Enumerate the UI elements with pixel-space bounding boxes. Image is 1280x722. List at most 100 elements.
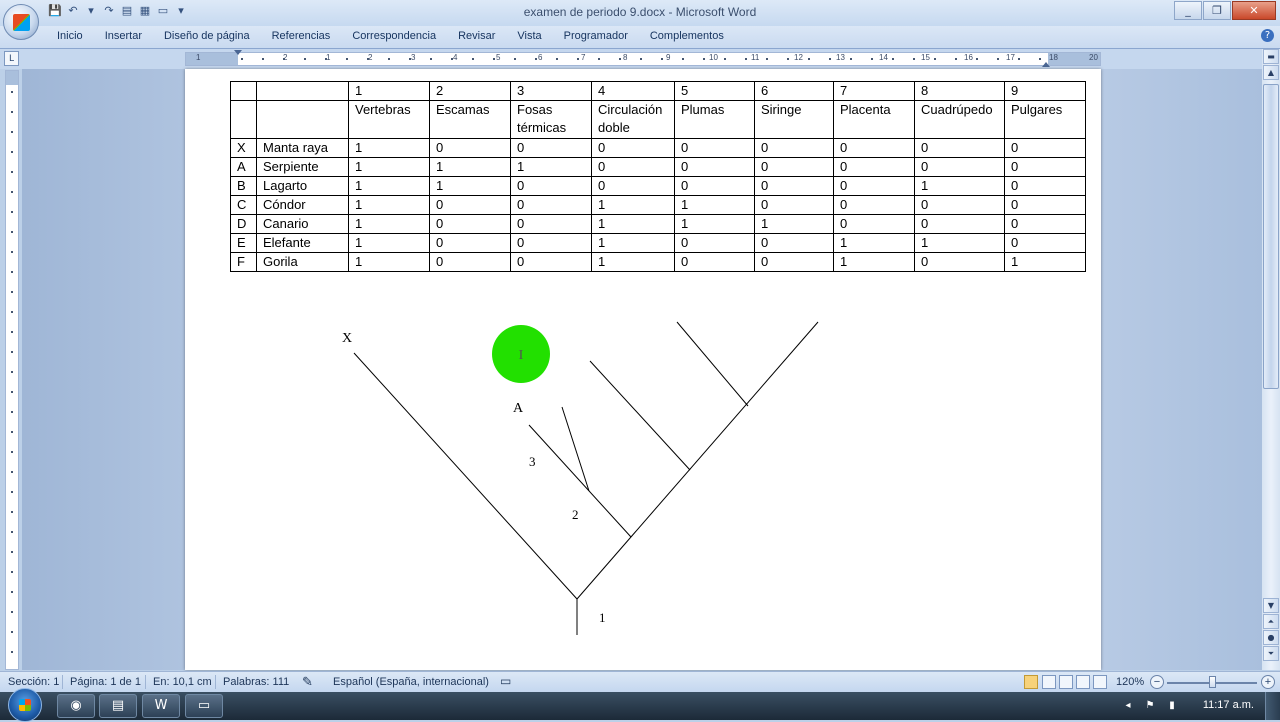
close-button[interactable]: ✕ [1232,1,1276,20]
ruler-number: 16 [964,53,973,62]
outline-view-icon[interactable] [1076,675,1090,689]
spelling-check-icon[interactable]: ✎ [302,674,313,690]
ruler-tick [808,58,810,60]
zoom-slider-thumb[interactable] [1209,676,1216,688]
zoom-level[interactable]: 120% [1116,676,1144,688]
explorer-taskbar-icon[interactable]: ▤ [99,694,137,718]
network-icon[interactable]: ▮ [1166,700,1178,712]
start-button[interactable] [8,688,42,722]
ruler-number: 9 [666,53,671,62]
ruler-tick [556,58,558,60]
cladogram-label-a: A [513,401,524,416]
status-section[interactable]: Sección: 1 [8,676,59,688]
ruler-tick [724,58,726,60]
macro-record-icon[interactable]: ▭ [500,674,511,688]
ruler-tick [829,58,831,60]
word-taskbar-icon[interactable]: W [142,694,180,718]
next-page-icon[interactable]: ⏷ [1263,646,1279,661]
ruler-tick [850,58,852,60]
right-indent-marker[interactable] [1042,62,1050,67]
tab-selector-icon[interactable]: L [4,51,19,66]
cladogram-branch-x [353,352,578,600]
ruler-tick [871,58,873,60]
vertical-ruler-margin [6,71,18,85]
horizontal-ruler[interactable]: 1 2 1 2 3 4 5 6 7 8 9 10 11 12 13 14 15 16 17 18 20 [185,50,1101,67]
minimize-button[interactable]: _ [1174,1,1202,20]
ruler-tick [367,58,369,60]
office-button[interactable] [3,4,39,40]
ruler-tick [766,58,768,60]
print-layout-view-icon[interactable] [1024,675,1038,689]
ruler-tick [745,58,747,60]
tab-programador[interactable]: Programador [553,29,639,43]
cladogram-label-3: 3 [529,454,536,469]
windows-logo-icon [19,699,31,711]
status-separator [62,675,63,689]
tab-diseno-pagina[interactable]: Diseño de página [153,29,261,43]
office-logo-icon [13,14,30,31]
zoom-out-icon[interactable]: − [1150,675,1164,689]
scroll-split-icon[interactable]: ▬ [1263,49,1279,64]
scroll-down-icon[interactable]: ▼ [1263,598,1279,613]
folder-taskbar-icon[interactable]: ▭ [185,694,223,718]
tab-revisar[interactable]: Revisar [447,29,506,43]
vertical-ruler-tick [11,531,13,533]
status-separator [215,675,216,689]
ruler-number: 15 [921,53,930,62]
ruler-tick [283,58,285,60]
scroll-thumb[interactable] [1263,84,1279,389]
restore-button[interactable]: ❐ [1203,1,1231,20]
vertical-ruler-tick [11,151,13,153]
ruler-tick [304,58,306,60]
full-screen-reading-view-icon[interactable] [1042,675,1056,689]
vertical-ruler-tick [11,631,13,633]
vertical-ruler-tick [11,171,13,173]
vertical-ruler[interactable] [5,70,19,670]
browse-object-icon[interactable]: ● [1263,630,1279,645]
tab-vista[interactable]: Vista [506,29,552,43]
draft-view-icon[interactable] [1093,675,1107,689]
vertical-ruler-tick [11,451,13,453]
tab-referencias[interactable]: Referencias [261,29,342,43]
ruler-tick [703,58,705,60]
window-title: examen de periodo 9.docx - Microsoft Wor… [523,5,757,19]
i-beam-cursor-icon: I [519,348,524,363]
document-page[interactable]: 1 2 3 4 5 6 7 8 9 Vertebras Escamas Fosas térmicas C… [185,69,1101,670]
tab-complementos[interactable]: Complementos [639,29,735,43]
ruler-tick [955,58,957,60]
status-word-count[interactable]: Palabras: 111 [223,676,289,688]
show-desktop-button[interactable] [1265,692,1280,720]
vertical-ruler-tick [11,111,13,113]
ruler-tick [241,58,243,60]
tab-inicio[interactable]: Inicio [46,29,94,43]
status-page[interactable]: Página: 1 de 1 [70,676,141,688]
previous-page-icon[interactable]: ⏶ [1263,614,1279,629]
clock[interactable]: 11:17 a.m. [1203,699,1254,711]
ruler-tick [325,58,327,60]
tab-correspondencia[interactable]: Correspondencia [341,29,447,43]
cladogram-label-x: X [342,331,352,346]
ruler-tick [997,58,999,60]
help-icon[interactable]: ? [1261,29,1274,42]
show-hidden-icons-icon[interactable]: ◂ [1122,700,1134,712]
vertical-scrollbar[interactable]: ▬ ▲ ▼ ⏶ ● ⏷ [1262,49,1280,670]
ruler-tick [514,58,516,60]
scroll-up-icon[interactable]: ▲ [1263,65,1279,80]
vertical-ruler-tick [11,431,13,433]
ribbon-tab-bar: Inicio Insertar Diseño de página Referen… [0,26,1280,49]
tab-insertar[interactable]: Insertar [94,29,153,43]
status-position[interactable]: En: 10,1 cm [153,676,212,688]
ruler-tick [472,58,474,60]
ruler-tick [976,58,978,60]
zoom-in-icon[interactable]: + [1261,675,1275,689]
action-center-icon[interactable]: ⚑ [1144,700,1156,712]
ruler-tick [640,58,642,60]
cladogram-branch-b [561,406,590,492]
chrome-taskbar-icon[interactable]: ◉ [57,694,95,718]
vertical-ruler-tick [11,391,13,393]
ruler-number: 8 [623,53,628,62]
ruler-tick [1018,58,1020,60]
status-language[interactable]: Español (España, internacional) [333,676,489,688]
web-layout-view-icon[interactable] [1059,675,1073,689]
first-line-indent-marker[interactable] [234,50,242,55]
